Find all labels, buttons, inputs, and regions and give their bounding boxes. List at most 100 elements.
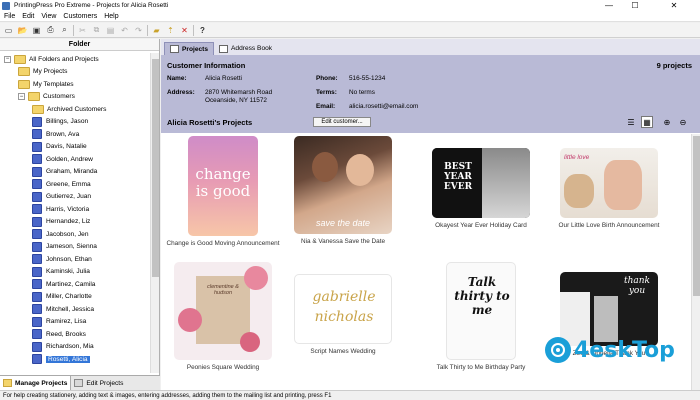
new-icon[interactable]: ▭ bbox=[3, 25, 14, 36]
paste-icon[interactable]: ▤ bbox=[105, 25, 116, 36]
redo-icon[interactable]: ↷ bbox=[133, 25, 144, 36]
tree-item-customer[interactable]: Golden, Andrew bbox=[0, 153, 149, 166]
delete-icon[interactable]: ✕ bbox=[179, 25, 190, 36]
tree-item-folder[interactable]: My Templates bbox=[0, 78, 149, 91]
project-card[interactable]: clementine & hudson Peonies Square Weddi… bbox=[163, 262, 283, 372]
baby-photo bbox=[604, 160, 642, 210]
edit-customer-button[interactable]: Edit customer... bbox=[313, 117, 371, 127]
project-card[interactable]: BEST YEAR EVER Okayest Year Ever Holiday… bbox=[421, 148, 541, 230]
address-line2: Oceanside, NY 11572 bbox=[205, 97, 267, 104]
project-card[interactable]: save the date Nia & Vanessa Save the Dat… bbox=[283, 136, 403, 246]
tree-item-folder[interactable]: Archived Customers bbox=[0, 103, 149, 116]
maximize-button[interactable]: ☐ bbox=[622, 0, 648, 11]
tree-item-customer[interactable]: Richardson, Mia bbox=[0, 341, 149, 354]
tree-item-customer[interactable]: Mitchell, Jessica bbox=[0, 303, 149, 316]
customer-email: alicia.rosetti@email.com bbox=[349, 103, 419, 110]
tab-manage-projects[interactable]: Manage Projects bbox=[0, 376, 72, 390]
tree-item-customer[interactable]: Jacobson, Jen bbox=[0, 228, 149, 241]
undo-icon[interactable]: ↶ bbox=[119, 25, 130, 36]
edit-icon bbox=[74, 379, 84, 387]
menu-customers[interactable]: Customers bbox=[63, 13, 97, 20]
projects-title: Alicia Rosetti's Projects bbox=[167, 118, 253, 127]
project-card[interactable]: little love Our Little Love Birth Announ… bbox=[549, 148, 669, 230]
tree-item-folder[interactable]: My Projects bbox=[0, 66, 149, 79]
window-title: PrintingPress Pro Extreme - Projects for… bbox=[14, 2, 169, 9]
minimize-button[interactable]: — bbox=[596, 0, 622, 11]
project-card[interactable]: Talk thirty to me Talk Thirty to Me Birt… bbox=[421, 262, 541, 372]
details-view-icon[interactable]: ☰ bbox=[625, 116, 637, 128]
help-icon[interactable]: ? bbox=[197, 25, 208, 36]
photo-face bbox=[346, 154, 374, 186]
scrollbar-thumb[interactable] bbox=[152, 59, 159, 277]
toolbar-divider bbox=[193, 24, 194, 36]
project-thumbnail[interactable]: little love bbox=[560, 148, 658, 218]
tree-item-customer[interactable]: Kaminski, Julia bbox=[0, 266, 149, 279]
customer-book-icon bbox=[32, 216, 42, 227]
tree-item-label: Richardson, Mia bbox=[46, 343, 94, 351]
tree-item-customer[interactable]: Ramirez, Lisa bbox=[0, 316, 149, 329]
customer-terms: No terms bbox=[349, 89, 375, 96]
tree-item-customer[interactable]: Reed, Brooks bbox=[0, 328, 149, 341]
tree-item-customer[interactable]: Rosetti, Alicia bbox=[0, 353, 149, 366]
tree-item-customer[interactable]: Martinez, Camila bbox=[0, 278, 149, 291]
projects-icon bbox=[170, 45, 179, 53]
project-thumbnail[interactable]: gabrielle nicholas bbox=[294, 274, 392, 344]
save-icon[interactable]: ▣ bbox=[31, 25, 42, 36]
print-preview-icon[interactable]: ⌕ bbox=[59, 25, 70, 36]
tree-item-customer[interactable]: Hernandez, Liz bbox=[0, 216, 149, 229]
tab-edit-projects[interactable]: Edit Projects bbox=[71, 376, 126, 390]
tree-item-customer[interactable]: Brown, Ava bbox=[0, 128, 149, 141]
tree-item-customer[interactable]: Gutierrez, Juan bbox=[0, 191, 149, 204]
zoom-out-icon[interactable]: ⊖ bbox=[677, 116, 689, 128]
tree-item-customer[interactable]: Miller, Charlotte bbox=[0, 291, 149, 304]
phone-label: Phone: bbox=[316, 75, 338, 82]
scrollbar-thumb[interactable] bbox=[693, 136, 700, 296]
project-card[interactable]: gabrielle nicholas Script Names Wedding bbox=[283, 274, 403, 356]
tree-item-folder[interactable]: − All Folders and Projects bbox=[0, 53, 149, 66]
tree-item-customer[interactable]: Graham, Miranda bbox=[0, 166, 149, 179]
project-thumbnail[interactable]: Talk thirty to me bbox=[446, 262, 516, 360]
zoom-in-icon[interactable]: ⊕ bbox=[661, 116, 673, 128]
project-card[interactable]: change is good Change is Good Moving Ann… bbox=[163, 136, 283, 248]
folder-up-icon[interactable]: ⇡ bbox=[165, 25, 176, 36]
folder-scrollbar[interactable] bbox=[150, 53, 159, 373]
menu-view[interactable]: View bbox=[41, 13, 56, 20]
menu-help[interactable]: Help bbox=[104, 13, 118, 20]
toolbar-divider bbox=[147, 24, 148, 36]
project-caption: Talk Thirty to Me Birthday Party bbox=[436, 364, 526, 371]
tab-label: Edit Projects bbox=[86, 379, 124, 387]
tree-item-customer[interactable]: Billings, Jason bbox=[0, 116, 149, 129]
project-thumbnail[interactable]: BEST YEAR EVER bbox=[432, 148, 530, 218]
menu-edit[interactable]: Edit bbox=[22, 13, 34, 20]
print-icon[interactable]: ⎙ bbox=[45, 25, 56, 36]
tree-item-folder[interactable]: − Customers bbox=[0, 91, 149, 104]
project-thumbnail[interactable]: thank you bbox=[560, 272, 658, 346]
collapse-icon[interactable]: − bbox=[18, 93, 25, 101]
menu-file[interactable]: File bbox=[4, 13, 15, 20]
tree-item-customer[interactable]: Johnson, Ethan bbox=[0, 253, 149, 266]
tab-address-book[interactable]: Address Book bbox=[214, 42, 277, 55]
cut-icon[interactable]: ✂ bbox=[77, 25, 88, 36]
address-line1: 2870 Whitemarsh Road bbox=[205, 89, 273, 96]
project-thumbnail[interactable]: change is good bbox=[188, 136, 258, 236]
tree-item-customer[interactable]: Greene, Emma bbox=[0, 178, 149, 191]
close-button[interactable]: ✕ bbox=[648, 0, 700, 11]
tree-item-customer[interactable]: Jameson, Sienna bbox=[0, 241, 149, 254]
new-folder-icon[interactable]: ▰ bbox=[151, 25, 162, 36]
tab-projects[interactable]: Projects bbox=[164, 42, 215, 55]
project-caption: Change is Good Moving Announcement bbox=[166, 240, 280, 247]
customer-book-icon bbox=[32, 154, 42, 165]
project-thumbnail[interactable]: save the date bbox=[294, 136, 392, 234]
open-icon[interactable]: 📂 bbox=[17, 25, 28, 36]
project-thumbnail[interactable]: clementine & hudson bbox=[174, 262, 272, 360]
thumbnail-view-icon[interactable]: ▦ bbox=[641, 116, 653, 128]
address-label: Address: bbox=[167, 89, 195, 96]
tree-item-customer[interactable]: Davis, Natalie bbox=[0, 141, 149, 154]
customer-name: Alicia Rosetti bbox=[205, 75, 242, 82]
project-grid-scrollbar[interactable] bbox=[691, 134, 700, 390]
copy-icon[interactable]: ⧉ bbox=[91, 25, 102, 36]
right-tabs: Projects Address Book bbox=[161, 39, 700, 55]
collapse-icon[interactable]: − bbox=[4, 55, 11, 63]
tree-item-label: Davis, Natalie bbox=[46, 143, 87, 151]
tree-item-customer[interactable]: Harris, Victoria bbox=[0, 203, 149, 216]
